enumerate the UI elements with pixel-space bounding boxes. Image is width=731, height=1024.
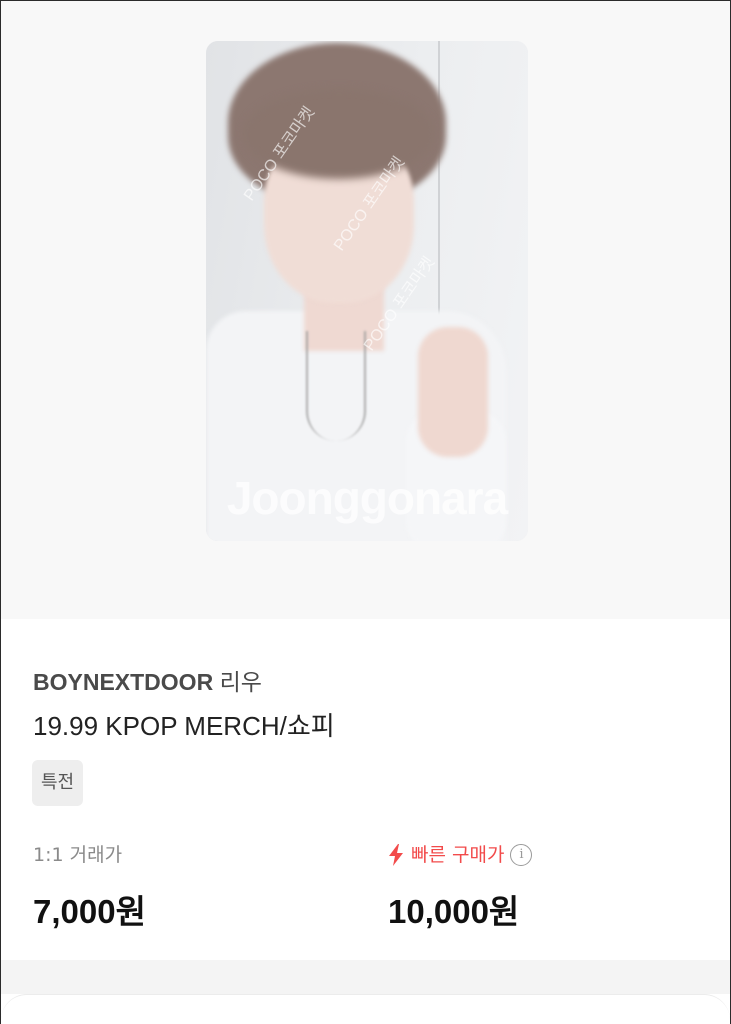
direct-trade-value: 7,000원	[33, 893, 146, 930]
bottom-sheet	[1, 994, 730, 1024]
fast-purchase-price: 빠른 구매가 i 10,000원	[388, 841, 533, 933]
direct-trade-label: 1:1 거래가	[33, 844, 123, 866]
section-divider	[1, 960, 730, 994]
info-circle-icon[interactable]: i	[510, 844, 533, 866]
product-photo[interactable]: POCO 포코마켓 POCO 포코마켓 POCO 포코마켓 Joonggonar…	[206, 41, 528, 541]
fast-purchase-value: 10,000원	[388, 893, 520, 930]
fast-purchase-label-row: 빠른 구매가 i	[388, 841, 533, 869]
photo-watermark: Joonggonara	[226, 472, 508, 524]
product-title-brand: BOYNEXTDOOR	[33, 669, 214, 695]
lightning-bolt-icon	[389, 844, 403, 866]
product-title: BOYNEXTDOOR 리우	[33, 663, 262, 697]
product-subtitle: 19.99 KPOP MERCH/쇼피	[33, 711, 335, 741]
product-tag: 특전	[32, 760, 84, 806]
direct-trade-price: 1:1 거래가 7,000원	[33, 841, 146, 933]
product-info: BOYNEXTDOOR 리우 19.99 KPOP MERCH/쇼피 특전 1:…	[1, 619, 730, 960]
product-image-area: POCO 포코마켓 POCO 포코마켓 POCO 포코마켓 Joonggonar…	[1, 1, 730, 619]
product-title-member: 리우	[219, 669, 262, 695]
fast-purchase-label: 빠른 구매가	[411, 844, 505, 866]
